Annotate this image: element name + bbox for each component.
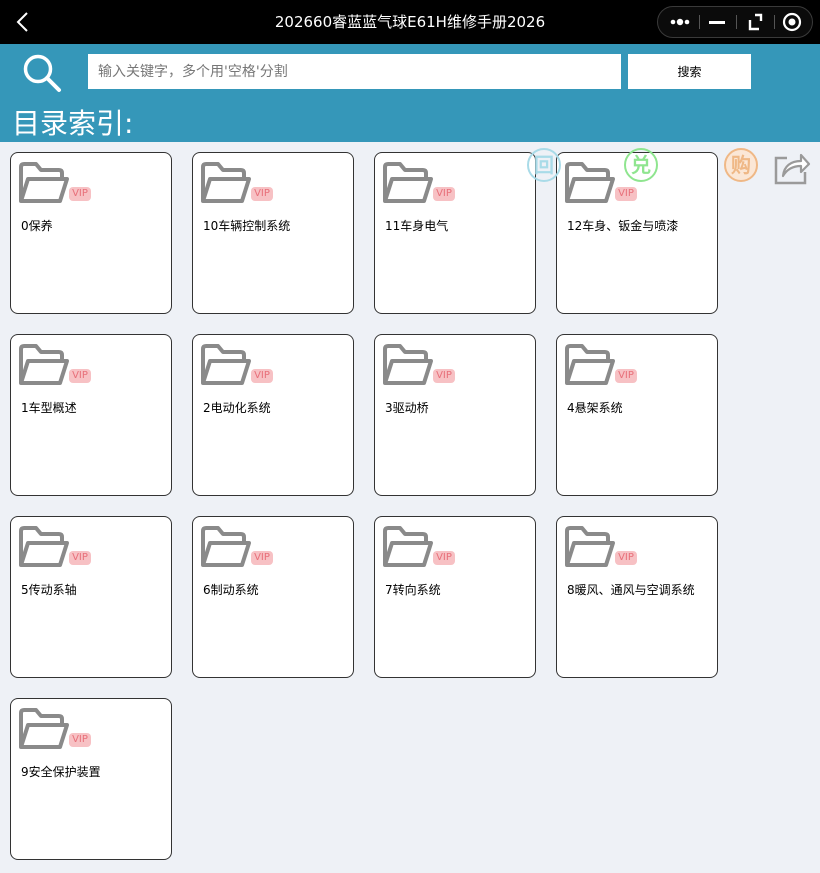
folder-card[interactable]: VIP 5传动系轴 <box>10 516 172 678</box>
folder-label: 0保养 <box>21 219 53 233</box>
folder-card[interactable]: VIP 9安全保护装置 <box>10 698 172 860</box>
folder-icon <box>19 708 69 749</box>
back-button[interactable] <box>10 8 38 36</box>
minimize-button[interactable] <box>699 7 735 37</box>
folder-icon <box>383 162 433 203</box>
folder-label: 3驱动桥 <box>385 401 429 415</box>
folder-label: 4悬架系统 <box>567 401 623 415</box>
vip-badge: VIP <box>69 551 91 565</box>
vip-badge: VIP <box>615 369 637 383</box>
vip-badge: VIP <box>433 551 455 565</box>
folder-card[interactable]: VIP 11车身电气 <box>374 152 536 314</box>
home-icon: 回 <box>527 148 561 182</box>
redeem-icon: 兑 <box>624 148 658 182</box>
redeem-button[interactable]: 兑 <box>624 148 664 188</box>
folder-icon <box>19 526 69 567</box>
more-icon <box>670 18 690 26</box>
vip-badge: VIP <box>69 733 91 747</box>
folder-card[interactable]: VIP 6制动系统 <box>192 516 354 678</box>
folder-label: 5传动系轴 <box>21 583 77 597</box>
section-title: 目录索引: <box>12 107 134 140</box>
folder-label: 1车型概述 <box>21 401 77 415</box>
vip-badge: VIP <box>251 551 273 565</box>
buy-button[interactable]: 购 <box>724 148 764 188</box>
more-button[interactable] <box>662 7 698 37</box>
folder-label: 2电动化系统 <box>203 401 271 415</box>
folder-card[interactable]: VIP 8暖风、通风与空调系统 <box>556 516 718 678</box>
search-input[interactable] <box>88 54 621 89</box>
search-button[interactable]: 搜索 <box>628 54 751 89</box>
folder-label: 10车辆控制系统 <box>203 219 291 233</box>
search-icon[interactable] <box>21 52 63 94</box>
folder-card[interactable]: VIP 0保养 <box>10 152 172 314</box>
vip-badge: VIP <box>615 187 637 201</box>
folder-icon <box>565 344 615 385</box>
close-button[interactable] <box>774 7 810 37</box>
close-circle-icon <box>782 12 802 32</box>
folder-label: 11车身电气 <box>385 219 449 233</box>
folder-card[interactable]: VIP 3驱动桥 <box>374 334 536 496</box>
folder-icon <box>565 526 615 567</box>
home-button[interactable]: 回 <box>527 148 567 188</box>
folder-card[interactable]: VIP 7转向系统 <box>374 516 536 678</box>
chevron-left-icon <box>16 12 28 32</box>
vip-badge: VIP <box>251 369 273 383</box>
folder-icon <box>19 344 69 385</box>
folder-label: 8暖风、通风与空调系统 <box>567 583 695 597</box>
folder-label: 9安全保护装置 <box>21 765 101 779</box>
vip-badge: VIP <box>433 369 455 383</box>
folder-card[interactable]: VIP 1车型概述 <box>10 334 172 496</box>
folder-label: 6制动系统 <box>203 583 259 597</box>
vip-badge: VIP <box>69 369 91 383</box>
folder-icon <box>201 344 251 385</box>
folder-card[interactable]: VIP 4悬架系统 <box>556 334 718 496</box>
folder-icon <box>19 162 69 203</box>
window-capsule <box>657 6 813 38</box>
folder-label: 12车身、钣金与喷漆 <box>567 219 679 233</box>
folder-icon <box>383 526 433 567</box>
vip-badge: VIP <box>615 551 637 565</box>
vip-badge: VIP <box>251 187 273 201</box>
vip-badge: VIP <box>433 187 455 201</box>
folder-label: 7转向系统 <box>385 583 441 597</box>
title-bar: 202660睿蓝蓝气球E61H维修手册2026 <box>0 0 820 44</box>
buy-icon: 购 <box>724 148 758 182</box>
folder-icon <box>201 162 251 203</box>
share-icon <box>774 153 811 185</box>
restore-icon <box>748 13 763 31</box>
minimize-icon <box>709 21 725 24</box>
vip-badge: VIP <box>69 187 91 201</box>
folder-icon <box>383 344 433 385</box>
folder-icon <box>201 526 251 567</box>
folder-card[interactable]: VIP 10车辆控制系统 <box>192 152 354 314</box>
share-button[interactable] <box>771 146 811 186</box>
folder-card[interactable]: VIP 2电动化系统 <box>192 334 354 496</box>
restore-button[interactable] <box>737 7 773 37</box>
folder-icon <box>565 162 615 203</box>
